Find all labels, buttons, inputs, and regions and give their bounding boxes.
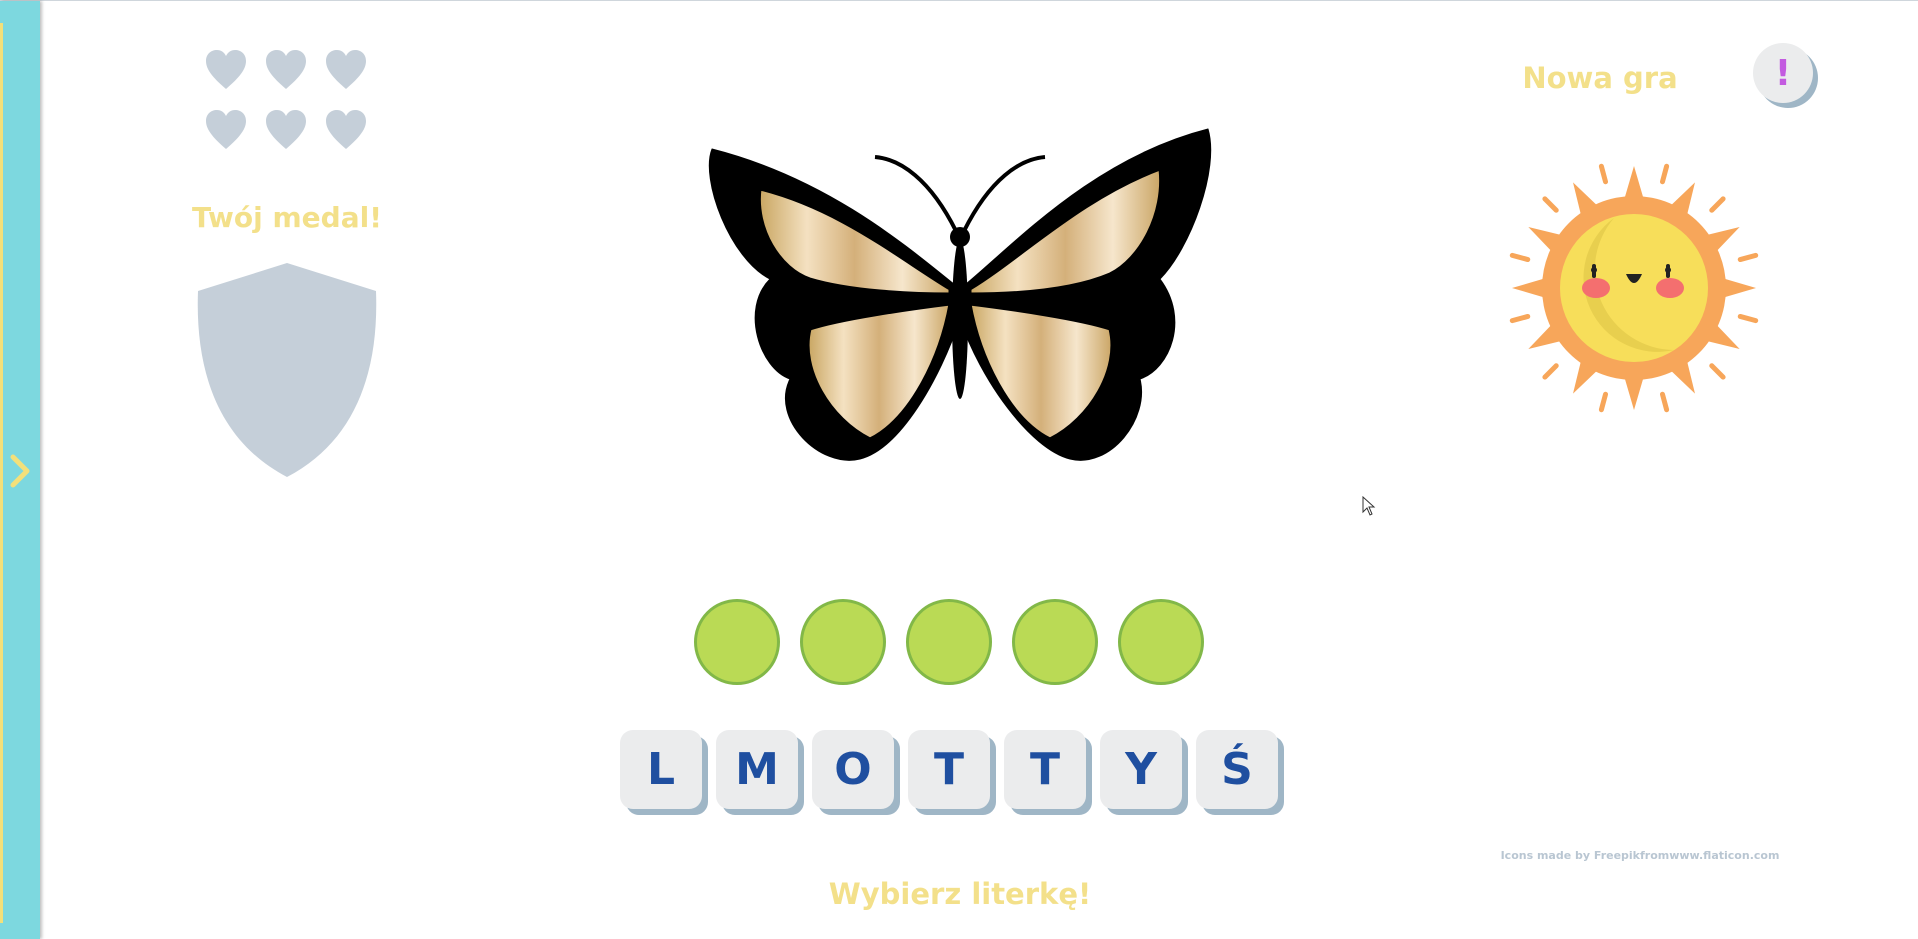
heart-icon xyxy=(266,110,306,149)
sidebar-edge xyxy=(0,23,3,923)
medal-title: Twój medal! xyxy=(192,201,382,234)
answer-slot xyxy=(1012,599,1098,685)
heart-icon xyxy=(206,110,246,149)
heart-icon xyxy=(326,50,366,89)
letter-tile[interactable]: Y xyxy=(1100,730,1182,809)
heart-icon xyxy=(266,50,306,89)
butterfly-icon xyxy=(708,128,1212,461)
icon-credit: Icons made by Freepikfromwww.flaticon.co… xyxy=(1500,849,1780,862)
letter-tile[interactable]: O xyxy=(812,730,894,809)
chevron-right-icon xyxy=(10,454,30,488)
info-button[interactable]: ! xyxy=(1753,43,1813,103)
sidebar-toggle-button[interactable] xyxy=(6,449,34,493)
sidebar xyxy=(0,1,40,939)
letter-tile[interactable]: M xyxy=(716,730,798,809)
answer-slot xyxy=(800,599,886,685)
answer-slot xyxy=(694,599,780,685)
answer-slot xyxy=(1118,599,1204,685)
sun-icon xyxy=(1509,163,1759,413)
letter-tile[interactable]: Ś xyxy=(1196,730,1278,809)
heart-icon xyxy=(326,110,366,149)
letter-tile[interactable]: L xyxy=(620,730,702,809)
shield-icon xyxy=(197,263,377,477)
new-game-button[interactable]: Nowa gra xyxy=(1520,61,1680,95)
answer-slot xyxy=(906,599,992,685)
letter-tile[interactable]: T xyxy=(1004,730,1086,809)
letter-tile[interactable]: T xyxy=(908,730,990,809)
letter-tiles: LMOTTYŚ xyxy=(620,730,1278,809)
instruction-prompt: Wybierz literkę! xyxy=(828,877,1092,911)
answer-slots xyxy=(694,599,1204,685)
mouse-cursor-icon xyxy=(1362,496,1376,516)
heart-icon xyxy=(206,50,246,89)
lives-panel xyxy=(204,49,376,151)
